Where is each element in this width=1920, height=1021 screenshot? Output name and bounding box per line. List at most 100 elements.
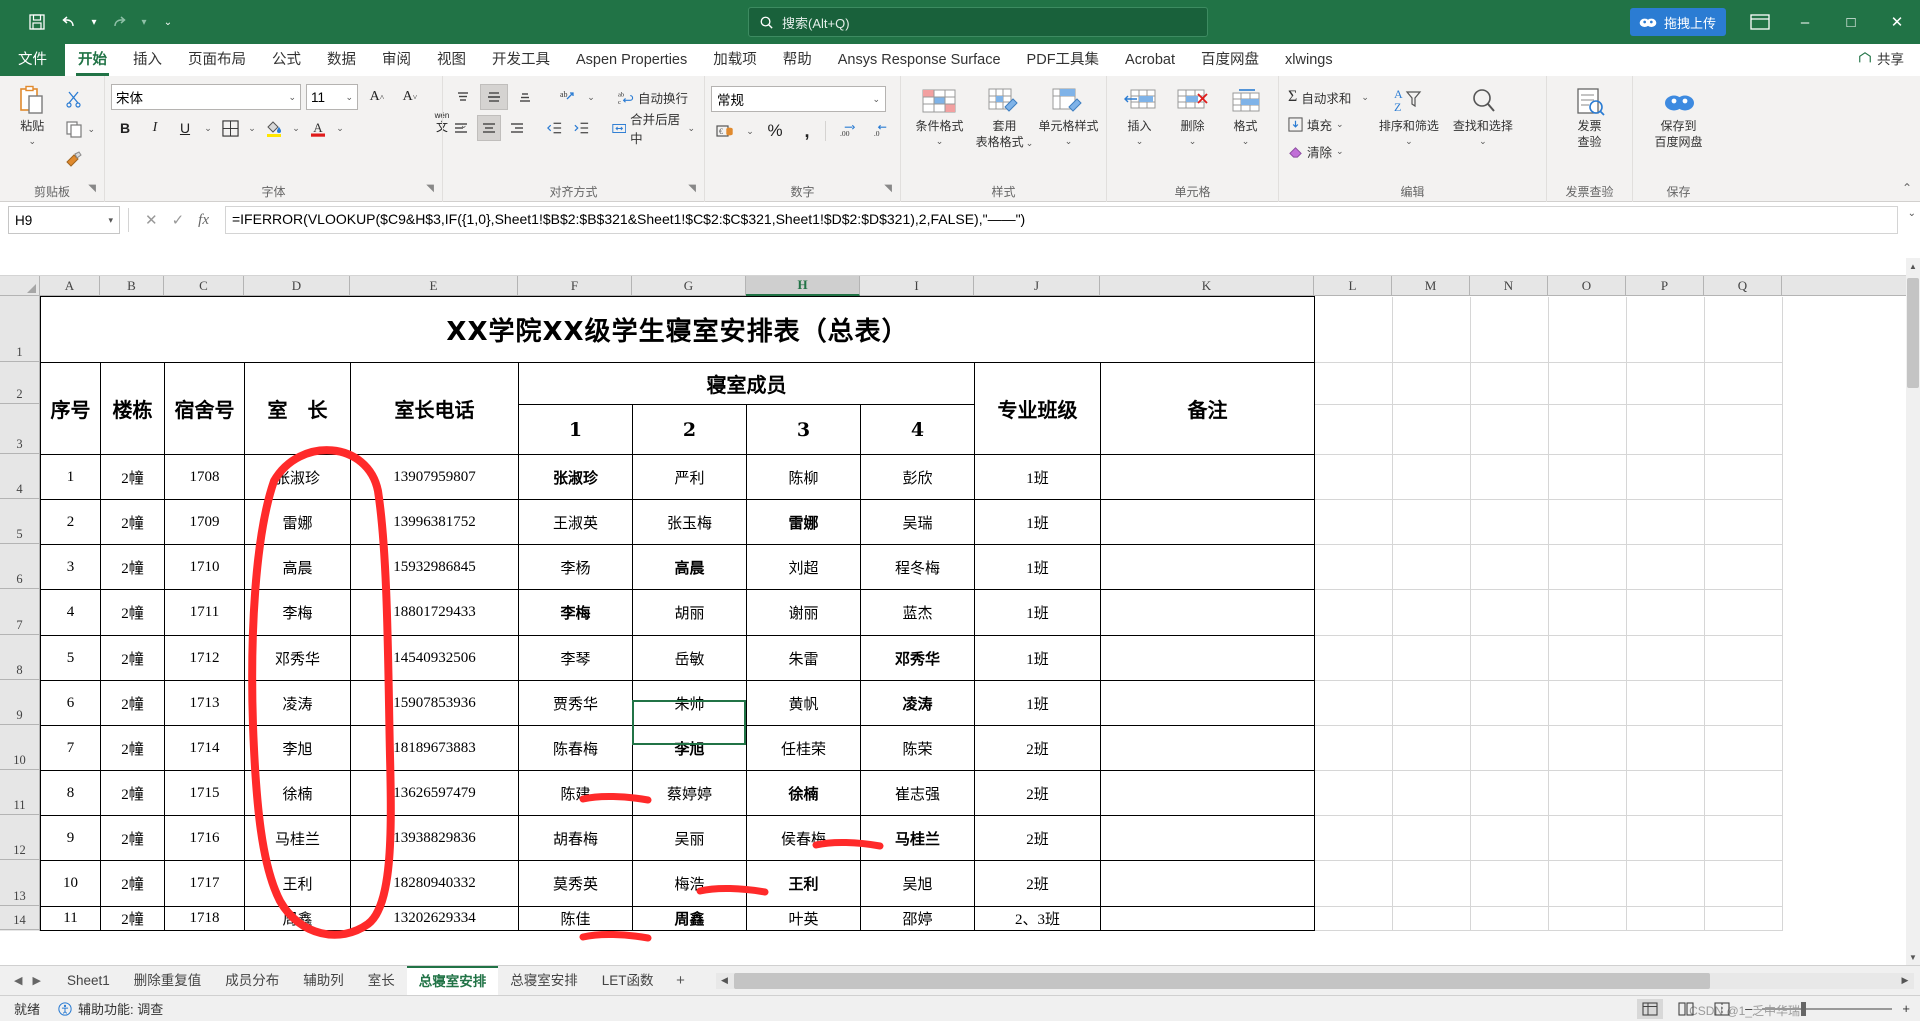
cell-phone[interactable]: 13907959807 (350, 454, 519, 500)
cell-member-3[interactable]: 刘超 (746, 544, 861, 590)
cell-building[interactable]: 2幢 (100, 815, 165, 861)
row-header-14[interactable]: 14 (0, 906, 39, 930)
cell-class[interactable]: 2班 (974, 860, 1101, 907)
empty-cell[interactable] (1704, 454, 1783, 500)
copy-dropdown-icon[interactable]: ⌄ (87, 124, 95, 135)
empty-cell[interactable] (1392, 770, 1471, 816)
scroll-right-arrow-icon[interactable]: ▶ (1896, 972, 1914, 989)
header-seq[interactable]: 序号 (40, 362, 101, 455)
cell-member-3[interactable]: 徐楠 (746, 770, 861, 816)
empty-cell[interactable] (1548, 499, 1627, 545)
zoom-out-icon[interactable]: – (1745, 1001, 1752, 1016)
cell-remark[interactable] (1100, 589, 1315, 636)
baidu-upload-button[interactable]: 拖拽上传 (1629, 8, 1726, 36)
cell-member-3[interactable]: 陈柳 (746, 454, 861, 500)
empty-cell[interactable] (1392, 499, 1471, 545)
tab-aspen-properties[interactable]: Aspen Properties (563, 44, 700, 76)
cell-phone[interactable]: 15907853936 (350, 680, 519, 726)
cell-phone[interactable]: 18189673883 (350, 725, 519, 771)
borders-icon[interactable] (217, 115, 243, 141)
cell-leader[interactable]: 凌涛 (244, 680, 351, 726)
cell-class[interactable]: 1班 (974, 680, 1101, 726)
empty-cell[interactable] (1626, 635, 1705, 681)
share-button[interactable]: 共享 (1858, 48, 1904, 68)
empty-cell[interactable] (1392, 296, 1471, 363)
cell-seq[interactable]: 8 (40, 770, 101, 816)
cell-seq[interactable]: 4 (40, 589, 101, 636)
cell-phone[interactable]: 13996381752 (350, 499, 519, 545)
cell-member-3[interactable]: 侯春梅 (746, 815, 861, 861)
cell-member-1[interactable]: 陈春梅 (518, 725, 633, 771)
cell-phone[interactable]: 15932986845 (350, 544, 519, 590)
cell-member-1[interactable]: 陈建 (518, 770, 633, 816)
empty-cell[interactable] (1392, 860, 1471, 907)
horizontal-scroll-track[interactable] (733, 972, 1896, 989)
sheet-tab-remove-duplicates[interactable]: 删除重复值 (122, 966, 214, 996)
cell-building[interactable]: 2幢 (100, 860, 165, 907)
cell-dorm[interactable]: 1708 (164, 454, 245, 500)
tab-addins[interactable]: 加载项 (700, 44, 770, 76)
cell-seq[interactable]: 3 (40, 544, 101, 590)
empty-cell[interactable] (1392, 404, 1471, 455)
sheet-tab-member-distribution[interactable]: 成员分布 (213, 966, 291, 996)
cell-leader[interactable]: 高晨 (244, 544, 351, 590)
column-header-E[interactable]: E (350, 276, 518, 295)
autosum-dropdown-icon[interactable]: ⌄ (1361, 92, 1369, 103)
cell-member-3[interactable]: 叶英 (746, 906, 861, 931)
cell-member-2[interactable]: 吴丽 (632, 815, 747, 861)
row-header-10[interactable]: 10 (0, 725, 39, 770)
report-title[interactable]: XX学院XX级学生寝室安排表（总表） (40, 296, 1315, 363)
tab-data[interactable]: 数据 (314, 44, 369, 76)
empty-cell[interactable] (1470, 680, 1549, 726)
decrease-font-size-icon[interactable]: A ˅ (396, 84, 424, 110)
sheet-tab-room-leader[interactable]: 室长 (356, 966, 407, 996)
empty-cell[interactable] (1470, 499, 1549, 545)
cell-phone[interactable]: 18801729433 (350, 589, 519, 636)
cell-building[interactable]: 2幢 (100, 454, 165, 500)
cell-remark[interactable] (1100, 680, 1315, 726)
fill-button[interactable]: 填充 ⌄ (1285, 111, 1372, 137)
cell-remark[interactable] (1100, 815, 1315, 861)
cell-remark[interactable] (1100, 860, 1315, 907)
first-sheet-arrow-icon[interactable]: ◀ (14, 974, 22, 987)
cell-member-1[interactable]: 贾秀华 (518, 680, 633, 726)
empty-cell[interactable] (1626, 499, 1705, 545)
tab-help[interactable]: 帮助 (770, 44, 825, 76)
column-header-N[interactable]: N (1470, 276, 1548, 295)
add-sheet-button[interactable]: + (666, 966, 696, 996)
ribbon-display-options-icon[interactable] (1738, 0, 1782, 44)
delete-dropdown-icon[interactable]: ⌄ (1189, 136, 1197, 146)
format-painter-button[interactable] (62, 146, 98, 172)
cancel-edit-icon[interactable]: ✕ (145, 211, 158, 229)
empty-cell[interactable] (1392, 680, 1471, 726)
cell-styles-button[interactable]: 单元格样式 ⌄ (1037, 80, 1100, 146)
delete-cells-button[interactable]: 删除 ⌄ (1166, 80, 1219, 146)
cell-member-4[interactable]: 邓秀华 (860, 635, 975, 681)
cell-member-1[interactable]: 胡春梅 (518, 815, 633, 861)
cell-remark[interactable] (1100, 725, 1315, 771)
vertical-scroll-thumb[interactable] (1907, 278, 1919, 388)
column-header-J[interactable]: J (974, 276, 1100, 295)
fill-dropdown-icon[interactable]: ⌄ (1336, 119, 1344, 130)
cell-leader[interactable]: 张淑珍 (244, 454, 351, 500)
search-box[interactable]: 搜索(Alt+Q) (748, 7, 1208, 37)
cell-member-3[interactable]: 朱雷 (746, 635, 861, 681)
empty-cell[interactable] (1626, 362, 1705, 405)
cell-class[interactable]: 1班 (974, 544, 1101, 590)
column-header-L[interactable]: L (1314, 276, 1392, 295)
empty-cell[interactable] (1548, 635, 1627, 681)
fill-color-icon[interactable] (261, 115, 287, 141)
empty-cell[interactable] (1626, 589, 1705, 636)
empty-cell[interactable] (1548, 725, 1627, 771)
empty-cell[interactable] (1626, 296, 1705, 363)
zoom-in-icon[interactable]: + (1902, 1001, 1910, 1016)
clear-dropdown-icon[interactable]: ⌄ (1336, 146, 1344, 157)
cell-member-4[interactable]: 邵婷 (860, 906, 975, 931)
column-header-P[interactable]: P (1626, 276, 1704, 295)
column-header-Q[interactable]: Q (1704, 276, 1782, 295)
empty-cell[interactable] (1314, 860, 1393, 907)
tab-baidu-netdisk[interactable]: 百度网盘 (1188, 44, 1272, 76)
cell-class[interactable]: 2班 (974, 725, 1101, 771)
cell-seq[interactable]: 2 (40, 499, 101, 545)
maximize-button[interactable]: □ (1828, 0, 1874, 44)
